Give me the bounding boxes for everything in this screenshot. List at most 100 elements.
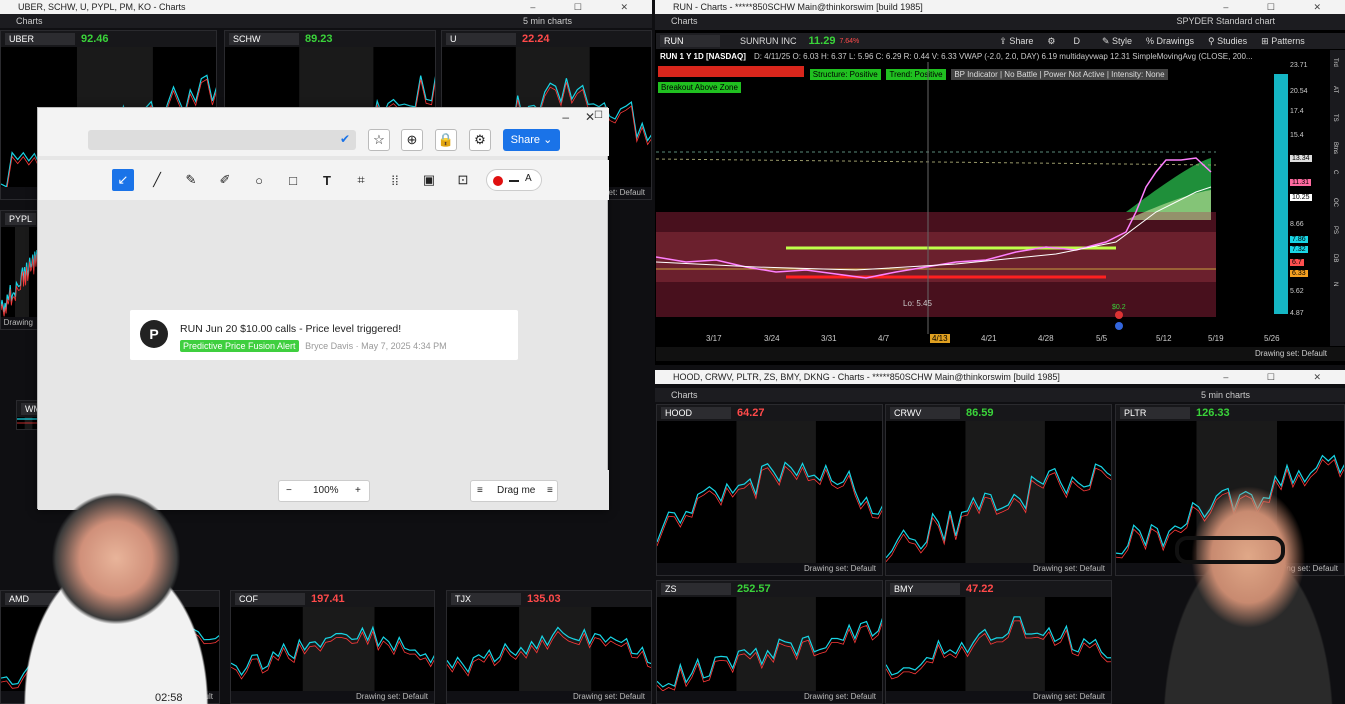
symbol-input[interactable]: SCHW <box>229 33 299 45</box>
mini-chart-tjx[interactable]: TJX 135.03 Drawing set: Default <box>446 590 652 704</box>
event-icon[interactable] <box>1115 311 1123 319</box>
aggregation-button[interactable]: D <box>1073 36 1080 46</box>
symbol-input[interactable]: BMY <box>890 583 960 595</box>
rectangle-tool-icon[interactable]: □ <box>282 169 304 191</box>
drawing-set-label[interactable]: Drawing set: Default <box>1255 349 1327 358</box>
symbol-input[interactable]: WMT <box>21 403 37 415</box>
side-tab[interactable]: DB <box>1332 254 1338 262</box>
drawing-set-label[interactable]: Drawing set: Default <box>573 692 645 701</box>
volume-profile <box>1274 74 1288 314</box>
zoom-in-button[interactable]: + <box>355 481 361 501</box>
arrow-tool-icon[interactable]: ↙ <box>112 169 134 191</box>
tab-charts[interactable]: Charts <box>16 16 43 26</box>
mini-chart-hood[interactable]: HOOD 64.27 Drawing set: Default <box>656 404 883 576</box>
style-button[interactable]: ✎ Style <box>1102 36 1132 47</box>
highlighter-tool-icon[interactable]: ✐ <box>214 169 236 191</box>
pen-tool-icon[interactable]: ✎ <box>180 169 202 191</box>
close-button[interactable]: ✕ <box>585 110 595 124</box>
stroke-size[interactable] <box>509 180 519 182</box>
color-picker[interactable]: A <box>486 169 542 191</box>
maximize-button[interactable]: ☐ <box>594 110 603 121</box>
window-controls[interactable]: – ☐ ✕ <box>1223 370 1339 384</box>
color-swatch[interactable] <box>493 176 503 186</box>
screenshot-tool-dialog: – ☐ ✕ ✔ ☆ ⊕ 🔒 ⚙ Share ⌄ ↙ ╱ ✎ ✐ ○ □ T ⌗ … <box>37 107 609 510</box>
symbol-input[interactable]: RUN <box>660 35 720 47</box>
mini-price-chart <box>886 597 1111 703</box>
symbol-input[interactable]: UBER <box>5 33 75 45</box>
symbol-input[interactable]: ZS <box>661 583 731 595</box>
notification-title: RUN Jun 20 $10.00 calls - Price level tr… <box>180 323 402 335</box>
drawing-set-label[interactable]: Drawing set: Default <box>356 692 428 701</box>
text-tool-icon[interactable]: T <box>316 169 338 191</box>
side-tab[interactable]: TS <box>1332 114 1338 122</box>
mini-chart-crwv[interactable]: CRWV 86.59 Drawing set: Default <box>885 404 1112 576</box>
mini-footer: Drawing set: Default <box>657 563 882 575</box>
window-controls[interactable]: – ☐ ✕ <box>530 0 646 14</box>
earnings-icon[interactable] <box>1115 322 1123 330</box>
bottom-charts-tab[interactable]: Charts 5 min charts <box>655 388 1345 402</box>
font-icon[interactable]: A <box>525 173 532 184</box>
symbol-input[interactable]: CRWV <box>890 407 960 419</box>
lock-icon[interactable]: 🔒 <box>435 129 457 151</box>
side-tab[interactable]: C <box>1332 170 1338 174</box>
left-window-title: UBER, SCHW, U, PYPL, PM, KO - Charts <box>18 2 186 12</box>
title-input[interactable]: ✔ <box>88 130 356 150</box>
studies-button[interactable]: ⚲ Studies <box>1208 36 1247 47</box>
mini-chart-wmt[interactable]: WMT <box>16 400 38 430</box>
bottom-window-title: HOOD, CRWV, PLTR, ZS, BMY, DKNG - Charts… <box>673 372 1060 382</box>
ellipse-tool-icon[interactable]: ○ <box>248 169 270 191</box>
notification-card[interactable]: P RUN Jun 20 $10.00 calls - Price level … <box>130 310 518 360</box>
drawing-set-label[interactable]: Drawing set: Default <box>1033 564 1105 573</box>
symbol-input[interactable]: PLTR <box>1120 407 1190 419</box>
symbol-input[interactable]: TJX <box>451 593 521 605</box>
gear-icon[interactable]: ⚙ <box>469 129 491 151</box>
drawing-set-label[interactable]: Drawing set: Default <box>1033 692 1105 701</box>
step-tool-icon[interactable]: ⊡ <box>452 169 474 191</box>
notification-meta: Predictive Price Fusion Alert Bryce Davi… <box>180 340 447 352</box>
settings-icon[interactable]: ⚙ <box>1047 36 1055 47</box>
side-tab[interactable]: Btns <box>1332 142 1338 154</box>
tab-charts[interactable]: Charts <box>671 16 698 26</box>
minimize-button[interactable]: – <box>562 110 569 124</box>
chart-name[interactable]: SPYDER Standard chart <box>1176 14 1275 28</box>
window-controls[interactable]: – ☐ ✕ <box>1223 0 1339 14</box>
share-button[interactable]: Share ⌄ <box>503 129 560 151</box>
alert-badge: Predictive Price Fusion Alert <box>180 340 299 352</box>
symbol-input[interactable]: PYPL <box>5 213 37 225</box>
mini-chart-cof[interactable]: COF197.41 Drawing set: Default <box>230 590 435 704</box>
drawing-set-label[interactable]: Drawing set: Default <box>804 564 876 573</box>
run-price-chart[interactable]: Lo: 5.45 $0.2 <box>656 62 1290 334</box>
left-charts-tab[interactable]: Charts 5 min charts <box>0 14 652 28</box>
mini-footer: Drawing set: Default <box>886 691 1111 703</box>
side-tab[interactable]: AT <box>1332 86 1338 93</box>
side-tab[interactable]: PS <box>1332 226 1338 234</box>
zoom-out-button[interactable]: − <box>286 481 292 501</box>
drag-handle[interactable]: ≡ Drag me ≡ <box>470 480 558 502</box>
mini-chart-bmy[interactable]: BMY 47.22 Drawing set: Default <box>885 580 1112 704</box>
mini-chart-zs[interactable]: ZS 252.57 Drawing set: Default <box>656 580 883 704</box>
symbol-input[interactable]: U <box>446 33 516 45</box>
drawings-button[interactable]: % Drawings <box>1146 36 1194 46</box>
price-change: 7.64% <box>839 37 860 45</box>
frame-tool-icon[interactable]: ▣ <box>418 169 440 191</box>
side-tab[interactable]: N <box>1332 282 1338 286</box>
star-icon[interactable]: ☆ <box>368 129 390 151</box>
zoom-control: − 100% + <box>278 480 370 502</box>
line-tool-icon[interactable]: ╱ <box>146 169 168 191</box>
side-tab[interactable]: Trd <box>1332 58 1338 67</box>
side-panel: Trd AT TS Btns C OC PS DB N <box>1330 50 1345 346</box>
mini-chart-pypl[interactable]: PYPL Drawing set: Default <box>0 210 40 330</box>
mini-chart-header: PLTR 126.33 <box>1116 405 1344 421</box>
add-icon[interactable]: ⊕ <box>401 129 423 151</box>
side-tab[interactable]: OC <box>1332 198 1338 207</box>
webcam-left: 02:58 <box>0 480 258 704</box>
symbol-input[interactable]: HOOD <box>661 407 731 419</box>
drawing-set-label[interactable]: Drawing set: Default <box>4 318 33 329</box>
blur-tool-icon[interactable]: ⁞⁞ <box>384 169 406 191</box>
drawing-set-label[interactable]: Drawing set: Default <box>804 692 876 701</box>
check-icon[interactable]: ✔ <box>340 132 350 146</box>
share-button[interactable]: ⇪ Share <box>999 36 1033 47</box>
crop-tool-icon[interactable]: ⌗ <box>350 169 372 191</box>
patterns-button[interactable]: ⊞ Patterns <box>1261 36 1305 47</box>
tab-charts[interactable]: Charts <box>671 390 698 400</box>
